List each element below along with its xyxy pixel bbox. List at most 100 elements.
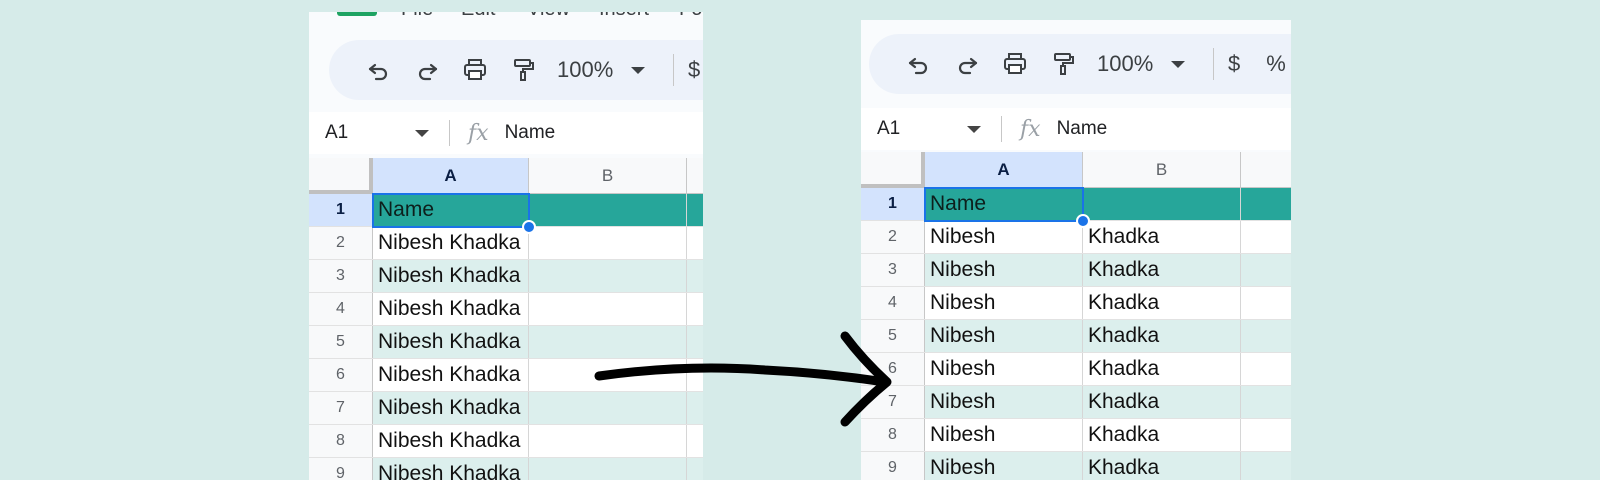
cell[interactable] — [687, 227, 703, 259]
cell[interactable]: Nibesh — [925, 320, 1083, 352]
zoom-select[interactable]: 100% — [1097, 51, 1207, 77]
formula-input[interactable]: Name — [505, 122, 556, 144]
cell[interactable]: Nibesh Khadka — [373, 227, 529, 259]
cell[interactable]: Nibesh — [925, 353, 1083, 385]
menu-insert[interactable]: Insert — [599, 12, 649, 21]
cell[interactable]: Khadka — [1083, 353, 1241, 385]
percent-format-button[interactable]: % — [1266, 51, 1286, 77]
cell[interactable] — [529, 194, 687, 226]
cell[interactable]: Nibesh Khadka — [373, 326, 529, 358]
row-header[interactable]: 4 — [861, 287, 925, 319]
cell[interactable]: Name — [373, 194, 529, 226]
menu-edit[interactable]: Edit — [461, 12, 495, 21]
name-box-value: A1 — [325, 122, 349, 143]
row-header[interactable]: 5 — [309, 326, 373, 358]
cell[interactable] — [1241, 353, 1291, 385]
cell[interactable] — [529, 293, 687, 325]
column-header-b[interactable]: B — [529, 158, 687, 194]
row-header[interactable]: 3 — [861, 254, 925, 286]
cell[interactable] — [1241, 320, 1291, 352]
cell[interactable] — [1083, 188, 1241, 220]
select-all-corner[interactable] — [309, 158, 373, 194]
cell[interactable]: Nibesh Khadka — [373, 458, 529, 480]
cell[interactable]: Nibesh Khadka — [373, 392, 529, 424]
cell[interactable] — [1241, 452, 1291, 480]
chevron-down-icon — [967, 125, 981, 133]
cell[interactable]: Nibesh — [925, 452, 1083, 480]
cell[interactable] — [1241, 386, 1291, 418]
row-header[interactable]: 4 — [309, 293, 373, 325]
zoom-select[interactable]: 100% — [557, 57, 667, 83]
cell[interactable] — [1241, 188, 1291, 220]
cell[interactable]: Khadka — [1083, 287, 1241, 319]
row-header[interactable]: 8 — [309, 425, 373, 457]
cell[interactable] — [1241, 419, 1291, 451]
fill-handle[interactable] — [522, 220, 536, 234]
cell[interactable]: Khadka — [1083, 419, 1241, 451]
cell[interactable]: Name — [925, 188, 1083, 220]
cell[interactable]: Khadka — [1083, 221, 1241, 253]
name-box[interactable]: A1 — [309, 122, 429, 144]
paint-format-button[interactable] — [499, 50, 547, 90]
column-header-b[interactable]: B — [1083, 152, 1241, 188]
cell[interactable]: Nibesh Khadka — [373, 359, 529, 391]
divider — [673, 54, 674, 86]
column-header-c[interactable] — [1241, 152, 1291, 188]
row-header[interactable]: 9 — [309, 458, 373, 480]
row-header[interactable]: 1 — [861, 188, 925, 220]
currency-format-button[interactable]: $ — [688, 57, 700, 83]
chevron-down-icon — [1171, 60, 1186, 68]
cell[interactable] — [687, 260, 703, 292]
cell[interactable] — [529, 260, 687, 292]
cell[interactable] — [687, 293, 703, 325]
column-header-a[interactable]: A — [373, 158, 529, 194]
cell[interactable] — [1241, 221, 1291, 253]
cell[interactable]: Khadka — [1083, 452, 1241, 480]
menu-format[interactable]: Fo — [679, 12, 702, 21]
cell[interactable]: Nibesh Khadka — [373, 293, 529, 325]
cell[interactable]: Khadka — [1083, 254, 1241, 286]
cell[interactable] — [687, 194, 703, 226]
row-header[interactable]: 3 — [309, 260, 373, 292]
table-row: 4 Nibesh Khadka — [861, 287, 1291, 320]
name-box[interactable]: A1 — [861, 118, 981, 140]
menu-bar: File Edit View Insert Fo — [309, 12, 703, 22]
cell[interactable]: Khadka — [1083, 386, 1241, 418]
redo-button[interactable] — [943, 44, 991, 84]
menu-file[interactable]: File — [401, 12, 433, 21]
row-header[interactable]: 1 — [309, 194, 373, 226]
cell[interactable] — [1241, 254, 1291, 286]
menu-view[interactable]: View — [527, 12, 570, 21]
table-row: 6 Nibesh Khadka — [861, 353, 1291, 386]
cell[interactable] — [529, 227, 687, 259]
cell[interactable]: Khadka — [1083, 320, 1241, 352]
cell[interactable]: Nibesh — [925, 419, 1083, 451]
row-header[interactable]: 7 — [309, 392, 373, 424]
undo-button[interactable] — [895, 44, 943, 84]
cell[interactable]: Nibesh — [925, 287, 1083, 319]
row-header[interactable]: 9 — [861, 452, 925, 480]
formula-input[interactable]: Name — [1057, 118, 1108, 140]
print-button[interactable] — [991, 44, 1039, 84]
select-all-corner[interactable] — [861, 152, 925, 188]
cell[interactable]: Nibesh — [925, 386, 1083, 418]
cell[interactable] — [687, 458, 703, 480]
cell[interactable]: Nibesh Khadka — [373, 425, 529, 457]
cell[interactable]: Nibesh Khadka — [373, 260, 529, 292]
fill-handle[interactable] — [1076, 214, 1090, 228]
redo-button[interactable] — [403, 50, 451, 90]
column-header-a[interactable]: A — [925, 152, 1083, 188]
cell[interactable]: Nibesh — [925, 221, 1083, 253]
toolbar: 100% $% — [869, 34, 1291, 94]
print-button[interactable] — [451, 50, 499, 90]
cell[interactable] — [1241, 287, 1291, 319]
row-header[interactable]: 2 — [309, 227, 373, 259]
row-header[interactable]: 2 — [861, 221, 925, 253]
currency-format-button[interactable]: $ — [1228, 51, 1240, 77]
column-header-c[interactable] — [687, 158, 703, 194]
undo-button[interactable] — [355, 50, 403, 90]
cell[interactable] — [529, 458, 687, 480]
row-header[interactable]: 6 — [309, 359, 373, 391]
paint-format-button[interactable] — [1039, 44, 1087, 84]
cell[interactable]: Nibesh — [925, 254, 1083, 286]
